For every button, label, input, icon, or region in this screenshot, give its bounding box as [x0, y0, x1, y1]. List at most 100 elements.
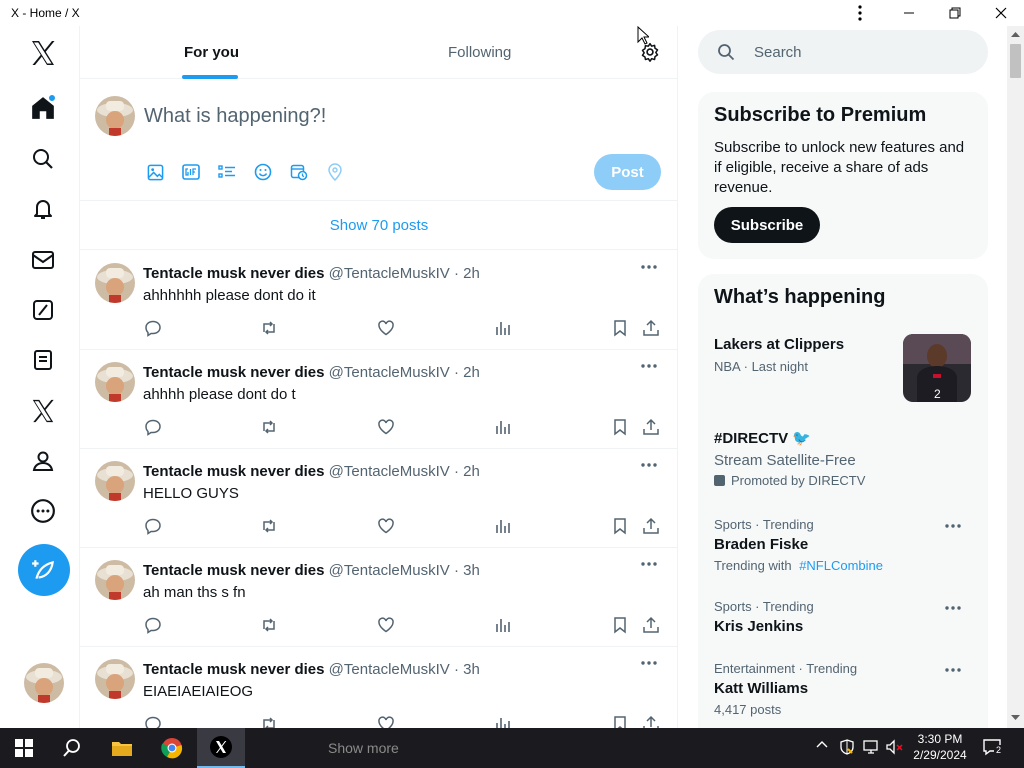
gear-icon[interactable]	[640, 42, 660, 62]
tweet-author-name[interactable]: Tentacle musk never dies	[143, 661, 324, 678]
scroll-down-arrow-icon[interactable]	[1011, 715, 1020, 721]
tweet-handle[interactable]: @TentacleMuskIV	[329, 265, 450, 282]
tweet-time[interactable]: · 2h	[454, 364, 480, 381]
repost-icon[interactable]	[260, 715, 278, 728]
page-scrollbar[interactable]	[1007, 26, 1024, 728]
more-options-icon[interactable]	[640, 364, 658, 368]
tweet[interactable]: Tentacle musk never dies @TentacleMuskIV…	[80, 350, 677, 449]
tweet-author-name[interactable]: Tentacle musk never dies	[143, 364, 324, 381]
premium-x-icon[interactable]	[23, 391, 63, 431]
views-chart-icon[interactable]	[494, 319, 512, 337]
explore-search-icon[interactable]	[23, 139, 63, 179]
share-icon[interactable]	[642, 319, 660, 337]
tweet-avatar[interactable]	[95, 560, 135, 600]
more-options-icon[interactable]	[640, 265, 658, 269]
trend-item[interactable]: Sports · Trending Kris Jenkins	[714, 599, 974, 635]
reply-icon[interactable]	[144, 319, 162, 337]
gif-icon[interactable]	[181, 162, 201, 182]
restore-icon[interactable]	[944, 3, 966, 23]
more-options-icon[interactable]	[640, 661, 658, 665]
trend-item[interactable]: Entertainment · Trending Katt Williams 4…	[714, 661, 974, 717]
search-input[interactable]: Search	[698, 30, 988, 74]
trend-hashtag-link[interactable]: #NFLCombine	[799, 558, 883, 573]
windows-start-icon[interactable]	[0, 728, 48, 768]
more-options-icon[interactable]	[944, 606, 962, 610]
minimize-icon[interactable]	[898, 3, 920, 23]
account-avatar[interactable]	[24, 663, 64, 703]
tweet[interactable]: Tentacle musk never dies @TentacleMuskIV…	[80, 548, 677, 647]
file-explorer-icon[interactable]	[98, 728, 146, 768]
tweet-time[interactable]: · 2h	[454, 265, 480, 282]
like-heart-icon[interactable]	[377, 418, 395, 436]
like-heart-icon[interactable]	[377, 616, 395, 634]
share-icon[interactable]	[642, 418, 660, 436]
close-icon[interactable]	[990, 3, 1012, 23]
views-chart-icon[interactable]	[494, 418, 512, 436]
tweet-avatar[interactable]	[95, 263, 135, 303]
more-options-icon[interactable]	[944, 668, 962, 672]
views-chart-icon[interactable]	[494, 715, 512, 728]
tweet-handle[interactable]: @TentacleMuskIV	[329, 661, 450, 678]
views-chart-icon[interactable]	[494, 616, 512, 634]
messages-envelope-icon[interactable]	[23, 240, 63, 280]
bookmark-icon[interactable]	[611, 319, 629, 337]
repost-icon[interactable]	[260, 418, 278, 436]
taskbar-search-icon[interactable]	[48, 728, 96, 768]
poll-list-icon[interactable]	[217, 162, 237, 182]
location-pin-icon[interactable]	[325, 162, 345, 182]
tweet-avatar[interactable]	[95, 461, 135, 501]
repost-icon[interactable]	[260, 517, 278, 535]
share-icon[interactable]	[642, 517, 660, 535]
tweet-handle[interactable]: @TentacleMuskIV	[329, 364, 450, 381]
tweet-time[interactable]: · 3h	[454, 661, 480, 678]
tweet-time[interactable]: · 2h	[454, 463, 480, 480]
system-clock[interactable]: 3:30 PM 2/29/2024	[900, 731, 980, 763]
more-options-icon[interactable]	[944, 524, 962, 528]
more-options-icon[interactable]	[640, 463, 658, 467]
tweet-author-name[interactable]: Tentacle musk never dies	[143, 463, 324, 480]
show-new-posts-link[interactable]: Show 70 posts	[80, 201, 677, 250]
scroll-thumb[interactable]	[1010, 44, 1021, 78]
reply-icon[interactable]	[144, 517, 162, 535]
bookmark-icon[interactable]	[611, 715, 629, 728]
subscribe-button[interactable]: Subscribe	[714, 207, 820, 243]
browser-menu-icon[interactable]	[849, 3, 871, 23]
security-shield-icon[interactable]	[839, 739, 855, 755]
trend-item[interactable]: Sports · Trending Braden Fiske Trending …	[714, 517, 974, 573]
like-heart-icon[interactable]	[377, 715, 395, 728]
tab-for-you[interactable]: For you	[184, 44, 239, 61]
notifications-bell-icon[interactable]	[23, 189, 63, 229]
tweet[interactable]: Tentacle musk never dies @TentacleMuskIV…	[80, 449, 677, 548]
scroll-up-arrow-icon[interactable]	[1011, 31, 1020, 37]
tweet-handle[interactable]: @TentacleMuskIV	[329, 463, 450, 480]
repost-icon[interactable]	[260, 319, 278, 337]
composer-avatar[interactable]	[95, 96, 135, 136]
promoted-trend[interactable]: #DIRECTV 🐦 Stream Satellite-Free Promote…	[714, 429, 974, 488]
more-circle-icon[interactable]	[23, 491, 63, 531]
tweet[interactable]: Tentacle musk never dies @TentacleMuskIV…	[80, 647, 677, 728]
lists-icon[interactable]	[23, 340, 63, 380]
bookmark-icon[interactable]	[611, 418, 629, 436]
views-chart-icon[interactable]	[494, 517, 512, 535]
bookmark-icon[interactable]	[611, 616, 629, 634]
tweet-handle[interactable]: @TentacleMuskIV	[329, 562, 450, 579]
action-center-icon[interactable]: 2	[982, 738, 1004, 756]
more-options-icon[interactable]	[640, 562, 658, 566]
emoji-icon[interactable]	[253, 162, 273, 182]
tweet-author-name[interactable]: Tentacle musk never dies	[143, 562, 324, 579]
home-icon[interactable]	[23, 88, 63, 128]
post-button[interactable]: Post	[594, 154, 661, 190]
tweet-avatar[interactable]	[95, 362, 135, 402]
share-icon[interactable]	[642, 715, 660, 728]
network-icon[interactable]	[863, 739, 881, 755]
x-logo-icon[interactable]	[23, 33, 63, 73]
tweet[interactable]: Tentacle musk never dies @TentacleMuskIV…	[80, 251, 677, 350]
like-heart-icon[interactable]	[377, 517, 395, 535]
bookmark-icon[interactable]	[611, 517, 629, 535]
reply-icon[interactable]	[144, 715, 162, 728]
grok-icon[interactable]	[23, 290, 63, 330]
repost-icon[interactable]	[260, 616, 278, 634]
share-icon[interactable]	[642, 616, 660, 634]
tweet-avatar[interactable]	[95, 659, 135, 699]
like-heart-icon[interactable]	[377, 319, 395, 337]
